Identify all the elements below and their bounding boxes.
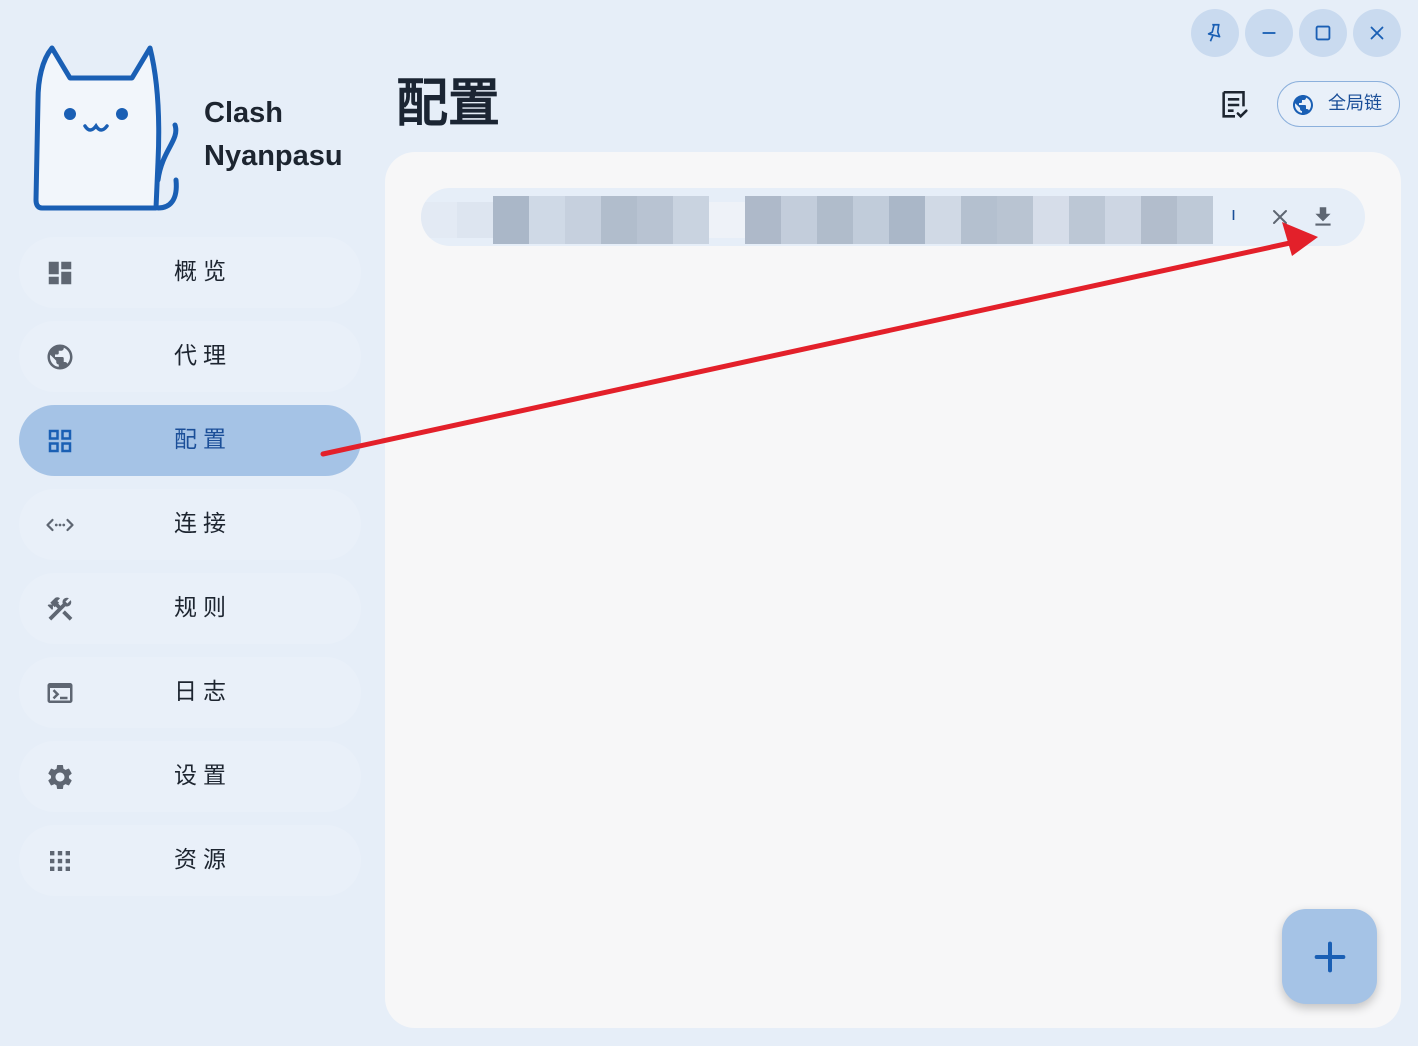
globe-icon bbox=[45, 342, 75, 372]
nav-item-resources[interactable]: 资源 bbox=[19, 825, 361, 896]
nav-label: 设置 bbox=[174, 763, 232, 789]
tools-icon bbox=[45, 594, 75, 624]
globe-icon bbox=[1293, 95, 1313, 115]
terminal-icon bbox=[45, 678, 75, 708]
nav-item-logs[interactable]: 日志 bbox=[19, 657, 361, 728]
profile-import-bar[interactable]: ı bbox=[421, 188, 1365, 246]
nav-item-settings[interactable]: 设置 bbox=[19, 741, 361, 812]
nav-item-connections[interactable]: 连接 bbox=[19, 489, 361, 560]
redacted-url-mosaic bbox=[421, 196, 1213, 244]
minimize-button[interactable] bbox=[1245, 9, 1293, 57]
gear-icon bbox=[45, 762, 75, 792]
nav-label: 配置 bbox=[174, 427, 232, 453]
brand-name: Clash Nyanpasu bbox=[204, 92, 343, 178]
sidebar-nav: 概览 代理 配置 连接 规则 日志 设置 资源 bbox=[19, 237, 361, 909]
nav-item-profiles[interactable]: 配置 bbox=[19, 405, 361, 476]
nav-label: 概览 bbox=[174, 259, 232, 285]
minimize-icon bbox=[1262, 32, 1276, 34]
log-check-icon[interactable] bbox=[1218, 88, 1252, 122]
apps-grid-icon bbox=[45, 846, 75, 876]
nav-item-overview[interactable]: 概览 bbox=[19, 237, 361, 308]
global-chain-button[interactable]: 全局链 bbox=[1277, 81, 1400, 127]
connection-arrows-icon bbox=[45, 510, 75, 540]
add-profile-button[interactable] bbox=[1282, 909, 1377, 1004]
download-icon[interactable] bbox=[1310, 204, 1336, 230]
page-title: 配置 bbox=[396, 74, 501, 134]
nav-label: 资源 bbox=[174, 847, 232, 873]
profile-url-tail: ı bbox=[1231, 204, 1237, 225]
close-icon bbox=[1370, 26, 1384, 40]
nav-label: 代理 bbox=[174, 343, 232, 369]
global-chain-label: 全局链 bbox=[1328, 93, 1382, 114]
pin-button[interactable] bbox=[1191, 9, 1239, 57]
nav-label: 日志 bbox=[174, 679, 232, 705]
brand-line1: Clash bbox=[204, 97, 283, 129]
clear-icon[interactable] bbox=[1268, 205, 1292, 229]
plus-icon bbox=[1314, 941, 1345, 972]
dashboard-icon bbox=[45, 258, 75, 288]
nav-label: 连接 bbox=[174, 511, 232, 537]
app-window: Clash Nyanpasu 概览 代理 配置 连接 规则 日志 设置 资源 配… bbox=[0, 0, 1418, 1046]
brand-line2: Nyanpasu bbox=[204, 140, 343, 172]
nav-item-rules[interactable]: 规则 bbox=[19, 573, 361, 644]
grid-icon bbox=[45, 426, 75, 456]
nav-item-proxy[interactable]: 代理 bbox=[19, 321, 361, 392]
close-window-button[interactable] bbox=[1353, 9, 1401, 57]
pin-icon bbox=[1207, 23, 1221, 42]
cat-logo bbox=[33, 45, 179, 211]
profiles-panel bbox=[385, 152, 1401, 1028]
nav-label: 规则 bbox=[174, 595, 232, 621]
maximize-icon bbox=[1315, 25, 1331, 41]
maximize-button[interactable] bbox=[1299, 9, 1347, 57]
